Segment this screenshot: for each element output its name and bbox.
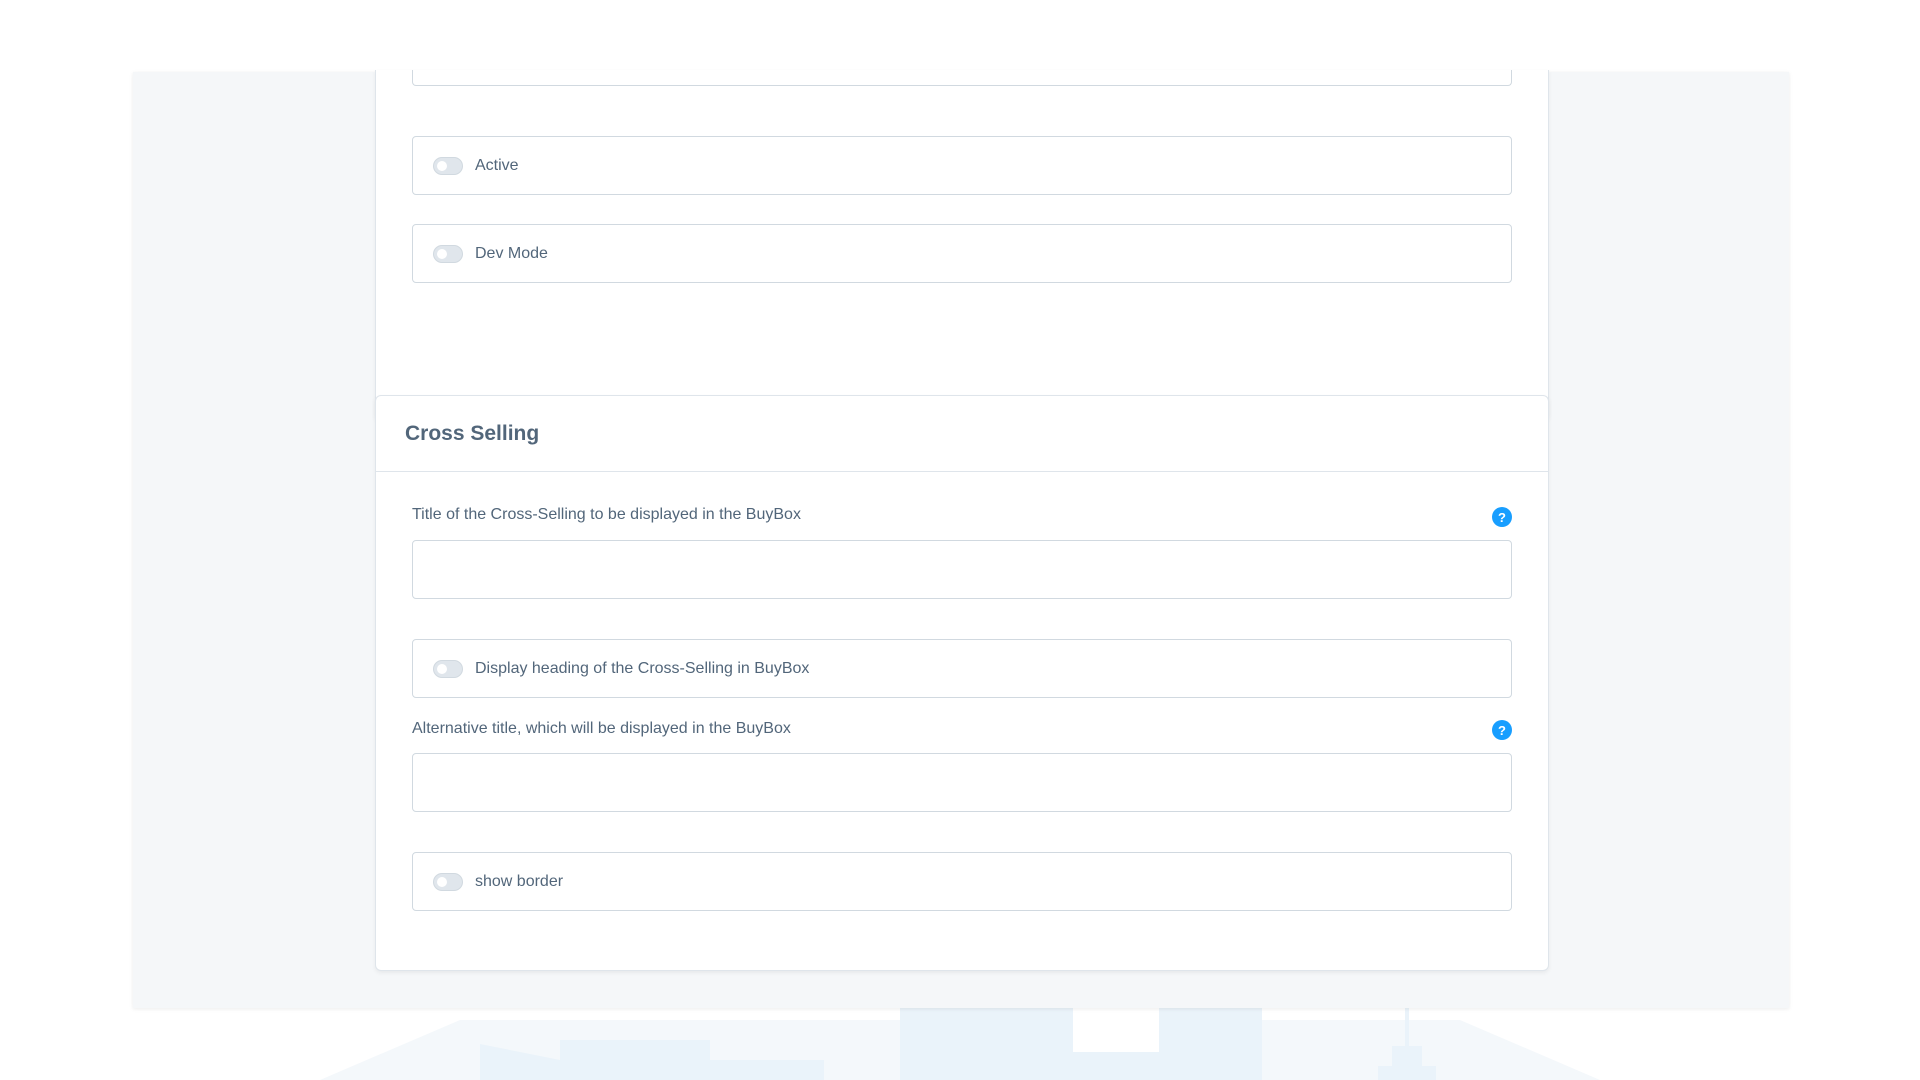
cross-selling-title-input[interactable] bbox=[412, 540, 1512, 599]
display-heading-switch-field[interactable]: Display heading of the Cross-Selling in … bbox=[412, 639, 1512, 698]
help-icon[interactable]: ? bbox=[1492, 507, 1512, 527]
active-switch-field[interactable]: Active bbox=[412, 136, 1512, 195]
active-toggle[interactable] bbox=[433, 156, 463, 175]
dev-mode-switch-field[interactable]: Dev Mode bbox=[412, 224, 1512, 283]
help-icon[interactable]: ? bbox=[1492, 720, 1512, 740]
main-content-area: Active Dev Mode Cross Selling Title of t… bbox=[133, 70, 1789, 1008]
display-heading-toggle[interactable] bbox=[433, 659, 463, 678]
alternative-title-input[interactable] bbox=[412, 753, 1512, 812]
background-skyline-illustration bbox=[320, 1000, 1600, 1080]
general-settings-card: Active Dev Mode bbox=[375, 70, 1549, 420]
active-label: Active bbox=[475, 156, 519, 174]
cross-selling-title: Cross Selling bbox=[405, 421, 540, 445]
clipped-field bbox=[412, 70, 1512, 86]
display-heading-label: Display heading of the Cross-Selling in … bbox=[475, 659, 810, 677]
cross-selling-title-label: Title of the Cross-Selling to be display… bbox=[412, 506, 801, 523]
show-border-switch-field[interactable]: show border bbox=[412, 852, 1512, 911]
cross-selling-card-header: Cross Selling bbox=[376, 396, 1548, 472]
dev-mode-label: Dev Mode bbox=[475, 244, 548, 262]
show-border-toggle[interactable] bbox=[433, 872, 463, 891]
dev-mode-toggle[interactable] bbox=[433, 244, 463, 263]
alternative-title-label: Alternative title, which will be display… bbox=[412, 720, 791, 737]
cross-selling-card: Cross Selling Title of the Cross-Selling… bbox=[375, 395, 1549, 971]
show-border-label: show border bbox=[475, 872, 564, 890]
